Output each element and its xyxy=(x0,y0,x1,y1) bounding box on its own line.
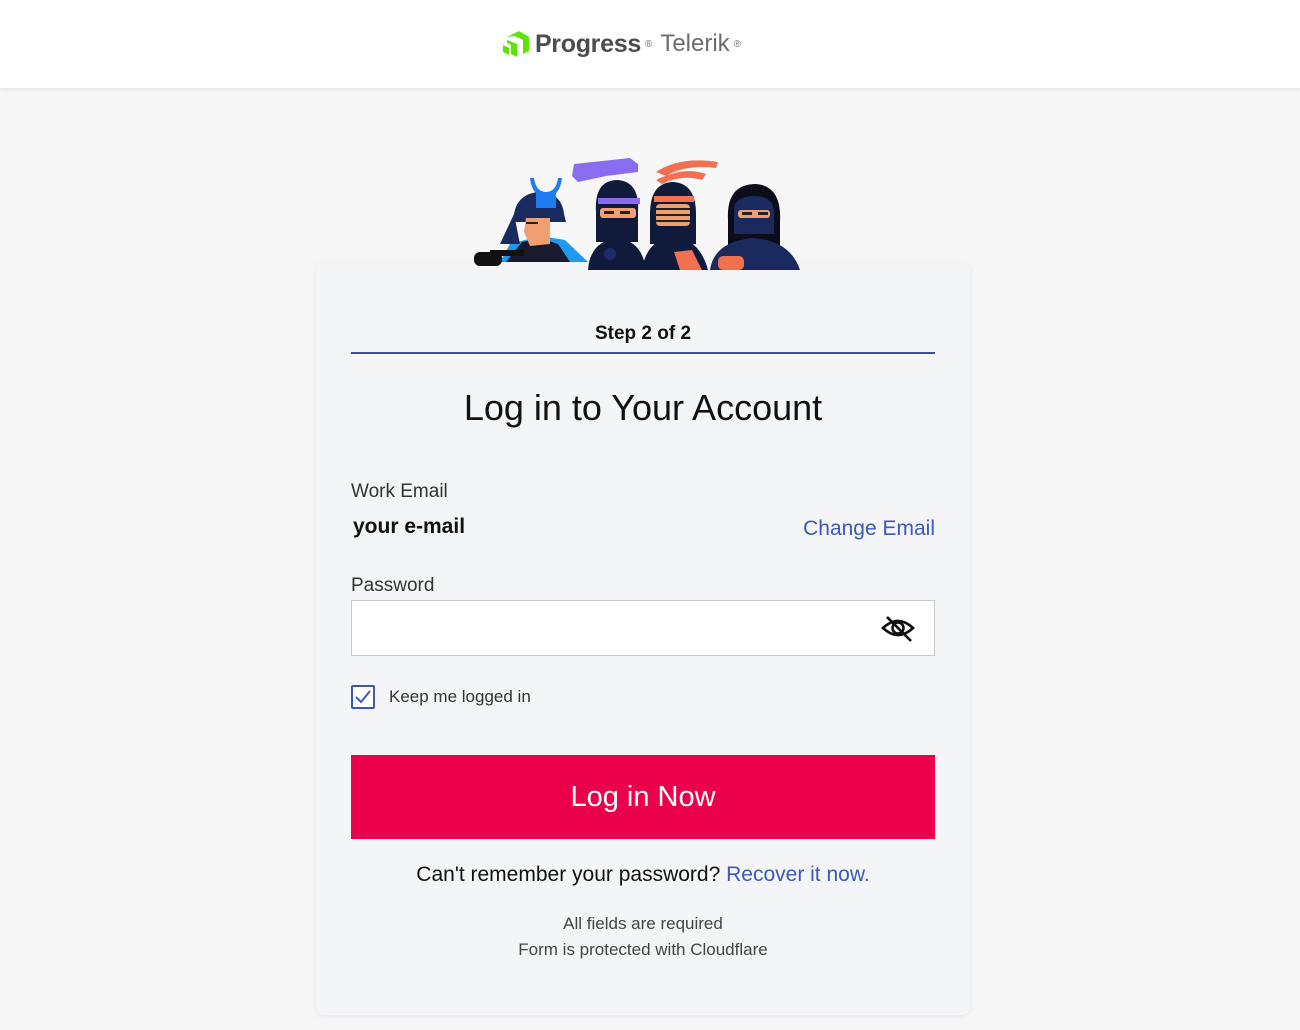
samurai-figure xyxy=(474,178,588,266)
logo-trademark-2: ® xyxy=(733,38,742,50)
ninjas-illustration xyxy=(474,158,800,270)
cloudflare-note: Form is protected with Cloudflare xyxy=(518,940,768,959)
change-email-link[interactable]: Change Email xyxy=(803,517,935,541)
work-email-value: your e-mail xyxy=(353,515,466,538)
orange-ninja-figure xyxy=(642,160,718,270)
login-card: Step 2 of 2 Log in to Your Account Work … xyxy=(316,263,970,1015)
logo-brand-text: Progress xyxy=(534,29,641,58)
page-title: Log in to Your Account xyxy=(463,387,823,428)
recover-password-link[interactable]: Recover it now. xyxy=(726,863,870,886)
keep-logged-in-checkbox[interactable] xyxy=(351,685,375,709)
recover-password-row: Can't remember your password? Recover it… xyxy=(351,863,935,887)
work-email-label: Work Email xyxy=(351,481,448,502)
keep-logged-in-label: Keep me logged in xyxy=(389,687,531,706)
password-label: Password xyxy=(351,575,435,596)
required-fields-note: All fields are required xyxy=(563,914,723,933)
log-in-now-button[interactable]: Log in Now xyxy=(351,755,935,839)
progress-telerik-logo[interactable]: Progress ® Telerik ® xyxy=(502,29,742,59)
eye-slash-icon[interactable] xyxy=(880,613,916,643)
logo-product-text: Telerik xyxy=(660,30,730,57)
step-progress-line xyxy=(351,352,935,354)
password-field-wrapper xyxy=(351,600,935,656)
logo-trademark: ® xyxy=(644,38,653,50)
keep-logged-in-row: Keep me logged in xyxy=(351,685,531,709)
recover-prompt-text: Can't remember your password? xyxy=(416,863,721,886)
password-input[interactable] xyxy=(352,601,890,655)
step-indicator: Step 2 of 2 xyxy=(594,323,692,344)
hooded-ninja-figure xyxy=(710,184,800,270)
progress-logo-icon xyxy=(502,31,529,57)
checkmark-icon xyxy=(355,690,371,704)
purple-ninja-figure xyxy=(572,158,646,270)
top-header: Progress ® Telerik ® xyxy=(0,0,1300,88)
